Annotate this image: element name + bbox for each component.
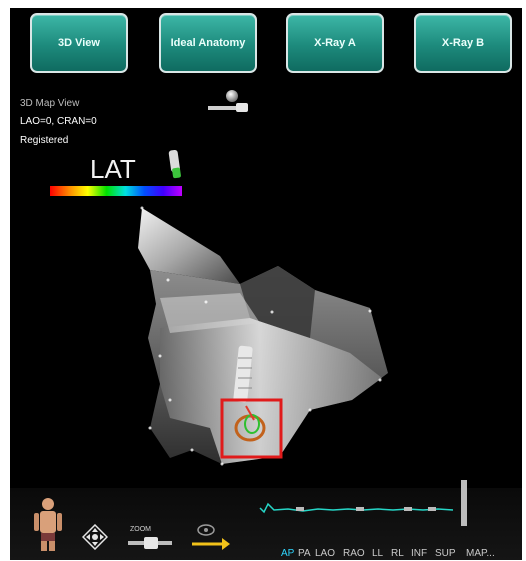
projection-pa[interactable]: PA	[298, 548, 311, 559]
projection-ap[interactable]: AP	[281, 548, 294, 559]
body-orientation-icon[interactable]	[32, 496, 64, 552]
projection-rl[interactable]: RL	[391, 548, 404, 559]
projection-lao[interactable]: LAO	[315, 548, 335, 559]
trace-scrollbar[interactable]	[461, 480, 467, 526]
zoom-label: ZOOM	[130, 526, 151, 533]
projection-ll[interactable]: LL	[372, 548, 383, 559]
pan-navigation-icon[interactable]	[82, 524, 108, 550]
projection-rao[interactable]: RAO	[343, 548, 365, 559]
projection-map-menu[interactable]: MAP...	[466, 548, 495, 559]
anatomy-3d-model[interactable]	[10, 8, 522, 488]
mapping-app: 3D View Ideal Anatomy X-Ray A X-Ray B 3D…	[10, 8, 522, 560]
view-direction-icon[interactable]	[188, 522, 232, 552]
signal-trace	[259, 502, 454, 514]
projection-sup[interactable]: SUP	[435, 548, 456, 559]
zoom-slider[interactable]	[128, 536, 172, 550]
projection-inf[interactable]: INF	[411, 548, 427, 559]
